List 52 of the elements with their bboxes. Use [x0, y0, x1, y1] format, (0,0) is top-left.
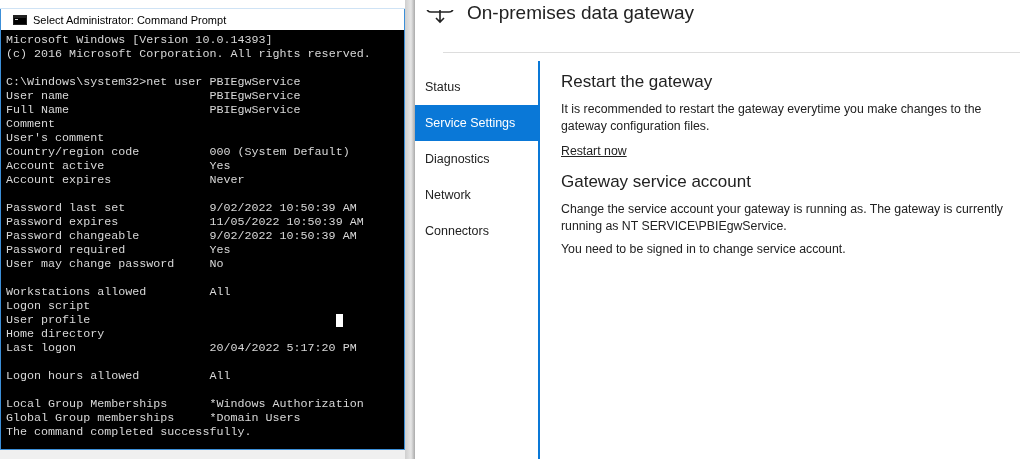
console-value: Yes	[209, 159, 231, 173]
console-label: Account expires	[6, 173, 113, 187]
console-label: Local Group Memberships	[6, 397, 169, 411]
window-title: Select Administrator: Command Prompt	[33, 13, 227, 26]
nav-tab[interactable]: Connectors	[415, 213, 538, 249]
console-value: 9/02/2022 10:50:39 AM	[209, 201, 357, 215]
console-label: Full Name	[6, 103, 71, 117]
nav-tab[interactable]: Diagnostics	[415, 141, 538, 177]
console-label: Password expires	[6, 215, 120, 229]
console-text: Microsoft Windows [Version 10.0.14393]	[6, 33, 273, 47]
app-title: On-premises data gateway	[467, 1, 695, 24]
section-heading: Restart the gateway	[561, 72, 714, 92]
paragraph: It is recommended to restart the gateway everytime you make changes to the gateway configuration files.	[561, 101, 983, 135]
section-heading: Gateway service account	[561, 172, 752, 192]
console-label: Workstations allowed	[6, 285, 148, 299]
console-value: No	[209, 257, 224, 271]
console-text: Comment	[6, 117, 56, 131]
console-value: 9/02/2022 10:50:39 AM	[209, 229, 357, 243]
console-label: Password required	[6, 243, 127, 257]
console-label: Country/region code	[6, 145, 141, 159]
console-label: User may change password	[6, 257, 176, 271]
console-value: 11/05/2022 10:50:39 AM	[209, 215, 364, 229]
nav-tab[interactable]: Network	[415, 177, 538, 213]
console-text: User profile	[6, 313, 92, 327]
console-label: Password changeable	[6, 229, 141, 243]
console-value: 000 (System Default)	[209, 145, 350, 159]
console-text: The command completed successfully.	[6, 425, 252, 439]
console-text: (c) 2016 Microsoft Corporation. All rights reserved.	[6, 47, 371, 61]
nav-tab[interactable]: Status	[415, 69, 538, 105]
console-value: 20/04/2022 5:17:20 PM	[209, 341, 357, 355]
console-label: User name	[6, 89, 71, 103]
console-label: Last logon	[6, 341, 78, 355]
console-text: User's comment	[6, 131, 105, 145]
console-label: Account active	[6, 159, 106, 173]
console-value: *Domain Users	[209, 411, 301, 425]
console-value: All	[209, 369, 231, 383]
console-label: Global Group memberships	[6, 411, 176, 425]
console-text: Home directory	[6, 327, 105, 341]
console-value: PBIEgwService	[209, 89, 301, 103]
console-value: *Windows Authorization	[209, 397, 364, 411]
paragraph: Change the service account your gateway is running as. The gateway is currently running as NT SERVICE\PBIEgwService.	[561, 201, 1004, 235]
paragraph: You need to be signed in to change service account.	[561, 241, 847, 258]
console-text: Logon script	[6, 299, 91, 313]
console-text: C:\Windows\system32>net user PBIEgwService	[6, 75, 301, 89]
nav-tab[interactable]: Service Settings	[415, 105, 538, 141]
console-label: Password last set	[6, 201, 127, 215]
console-value: All	[209, 285, 231, 299]
console-label: Logon hours allowed	[6, 369, 141, 383]
console-value: Never	[209, 173, 245, 187]
console-value: PBIEgwService	[209, 103, 301, 117]
restart-link[interactable]: Restart now	[561, 144, 627, 158]
console-value: Yes	[209, 243, 231, 257]
